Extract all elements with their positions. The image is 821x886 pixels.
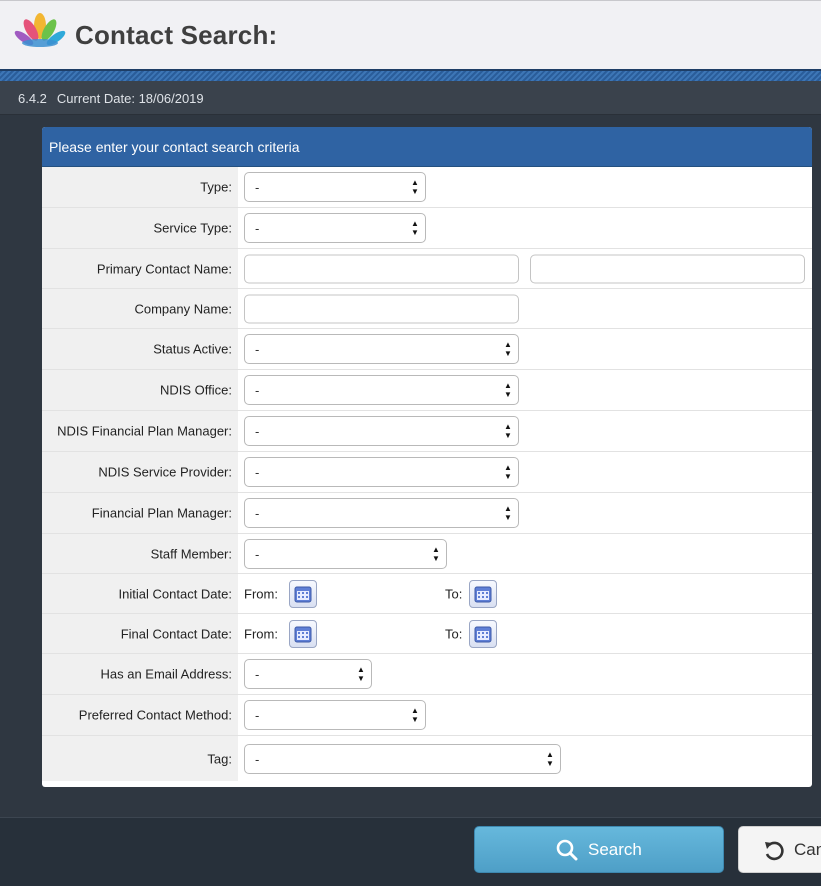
type-label: Type: bbox=[200, 179, 232, 195]
row-ndis-office: NDIS Office: - ▲ ▼ bbox=[42, 370, 812, 411]
final-from-calendar-icon[interactable] bbox=[289, 619, 317, 648]
select-arrows-icon: ▲ ▼ bbox=[411, 219, 419, 237]
financial-plan-manager-select[interactable]: - ▲ ▼ bbox=[244, 498, 519, 528]
ndis-service-provider-select[interactable]: - ▲ ▼ bbox=[244, 457, 519, 487]
ndis-service-provider-label: NDIS Service Provider: bbox=[98, 464, 232, 480]
has-email-address-label: Has an Email Address: bbox=[100, 666, 232, 682]
tag-label: Tag: bbox=[207, 751, 232, 766]
financial-plan-manager-label: Financial Plan Manager: bbox=[91, 505, 232, 521]
select-arrows-icon: ▲ ▼ bbox=[504, 422, 512, 440]
select-arrows-icon: ▲ ▼ bbox=[411, 178, 419, 196]
service-type-select-value: - bbox=[255, 221, 260, 236]
row-ndis-service-provider: NDIS Service Provider: - ▲ ▼ bbox=[42, 452, 812, 493]
cancel-button[interactable]: Cancel bbox=[738, 826, 821, 873]
row-initial-contact-date: Initial Contact Date: From: To: bbox=[42, 574, 812, 614]
service-type-select[interactable]: - ▲ ▼ bbox=[244, 213, 426, 243]
row-financial-plan-manager: Financial Plan Manager: - ▲ ▼ bbox=[42, 493, 812, 534]
ndis-office-label: NDIS Office: bbox=[159, 382, 232, 398]
preferred-contact-method-select-value: - bbox=[255, 708, 260, 723]
staff-member-label: Staff Member: bbox=[150, 546, 232, 561]
panel-heading: Please enter your contact search criteri… bbox=[42, 127, 812, 167]
ndis-financial-plan-manager-label: NDIS Financial Plan Manager: bbox=[57, 423, 232, 439]
version-number: 6.4.2 bbox=[18, 91, 47, 106]
final-to-calendar-icon[interactable] bbox=[469, 619, 497, 648]
row-service-type: Service Type: - ▲ ▼ bbox=[42, 208, 812, 249]
status-active-select[interactable]: - ▲ ▼ bbox=[244, 334, 519, 364]
row-company-name: Company Name: bbox=[42, 289, 812, 329]
has-email-address-select-value: - bbox=[255, 667, 260, 682]
status-active-select-value: - bbox=[255, 342, 260, 357]
header-divider bbox=[0, 69, 821, 81]
preferred-contact-method-label: Preferred Contact Method: bbox=[78, 707, 232, 723]
search-button-label: Search bbox=[588, 840, 642, 859]
row-final-contact-date: Final Contact Date: From: To: bbox=[42, 614, 812, 654]
row-staff-member: Staff Member: - ▲ ▼ bbox=[42, 534, 812, 574]
select-arrows-icon: ▲ ▼ bbox=[504, 381, 512, 399]
primary-contact-name-label: Primary Contact Name: bbox=[96, 261, 232, 276]
initial-from-calendar-icon[interactable] bbox=[289, 579, 317, 608]
undo-icon bbox=[763, 840, 785, 867]
type-select-value: - bbox=[255, 180, 260, 195]
ndis-office-select-value: - bbox=[255, 383, 260, 398]
staff-member-select[interactable]: - ▲ ▼ bbox=[244, 538, 447, 569]
row-status-active: Status Active: - ▲ ▼ bbox=[42, 329, 812, 370]
type-select[interactable]: - ▲ ▼ bbox=[244, 172, 426, 202]
ndis-financial-plan-manager-select[interactable]: - ▲ ▼ bbox=[244, 416, 519, 446]
cancel-button-label: Cancel bbox=[794, 840, 821, 859]
service-type-label: Service Type: bbox=[153, 220, 232, 236]
initial-to-calendar-icon[interactable] bbox=[469, 579, 497, 608]
select-arrows-icon: ▲ ▼ bbox=[504, 504, 512, 522]
row-preferred-contact-method: Preferred Contact Method: - ▲ ▼ bbox=[42, 695, 812, 736]
row-type: Type: - ▲ ▼ bbox=[42, 167, 812, 208]
search-button[interactable]: Search bbox=[474, 826, 724, 873]
select-arrows-icon: ▲ ▼ bbox=[504, 463, 512, 481]
staff-member-select-value: - bbox=[255, 546, 260, 562]
search-icon bbox=[556, 839, 578, 866]
ndis-service-provider-select-value: - bbox=[255, 465, 260, 480]
lotus-logo-icon bbox=[12, 10, 68, 54]
final-contact-date-label: Final Contact Date: bbox=[120, 626, 232, 641]
status-active-label: Status Active: bbox=[153, 341, 232, 357]
company-name-input[interactable] bbox=[244, 294, 519, 323]
page-title: Contact Search: bbox=[75, 20, 278, 50]
version-bar: 6.4.2 Current Date: 18/06/2019 bbox=[0, 81, 821, 115]
preferred-contact-method-select[interactable]: - ▲ ▼ bbox=[244, 700, 426, 730]
final-from-label: From: bbox=[244, 626, 278, 641]
initial-contact-date-label: Initial Contact Date: bbox=[118, 586, 232, 601]
financial-plan-manager-select-value: - bbox=[255, 506, 260, 521]
row-has-email-address: Has an Email Address: - ▲ ▼ bbox=[42, 654, 812, 695]
primary-contact-first-name-input[interactable] bbox=[244, 254, 519, 283]
ndis-financial-plan-manager-select-value: - bbox=[255, 424, 260, 439]
select-arrows-icon: ▲ ▼ bbox=[411, 706, 419, 724]
row-tag: Tag: - ▲ ▼ bbox=[42, 736, 812, 781]
select-arrows-icon: ▲ ▼ bbox=[432, 544, 440, 563]
company-name-label: Company Name: bbox=[134, 301, 232, 316]
select-arrows-icon: ▲ ▼ bbox=[504, 340, 512, 358]
select-arrows-icon: ▲ ▼ bbox=[546, 749, 554, 768]
select-arrows-icon: ▲ ▼ bbox=[357, 665, 365, 683]
initial-from-label: From: bbox=[244, 586, 278, 601]
search-criteria-panel: Please enter your contact search criteri… bbox=[42, 127, 812, 787]
primary-contact-last-name-input[interactable] bbox=[530, 254, 805, 283]
ndis-office-select[interactable]: - ▲ ▼ bbox=[244, 375, 519, 405]
has-email-address-select[interactable]: - ▲ ▼ bbox=[244, 659, 372, 689]
row-primary-contact-name: Primary Contact Name: bbox=[42, 249, 812, 289]
tag-select-value: - bbox=[255, 751, 260, 767]
tag-select[interactable]: - ▲ ▼ bbox=[244, 743, 561, 774]
current-date: Current Date: 18/06/2019 bbox=[56, 91, 204, 106]
final-to-label: To: bbox=[445, 626, 463, 641]
app-header: Contact Search: bbox=[0, 0, 821, 69]
initial-to-label: To: bbox=[445, 586, 463, 601]
row-ndis-financial-plan-manager: NDIS Financial Plan Manager: - ▲ ▼ bbox=[42, 411, 812, 452]
